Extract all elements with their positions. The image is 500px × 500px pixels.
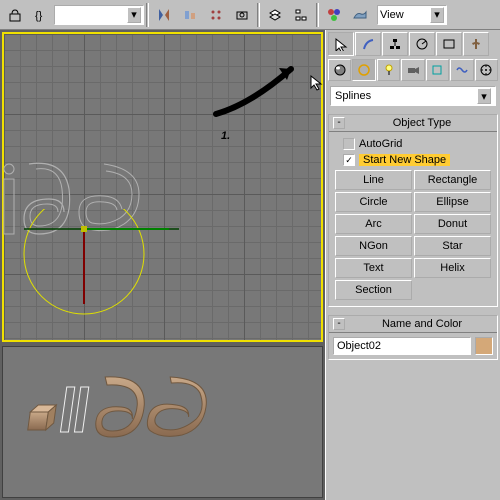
cat-helpers[interactable] [426, 59, 449, 81]
tool-align[interactable] [178, 3, 202, 27]
view-combo[interactable]: View ▾ [377, 5, 447, 25]
collapse-icon: - [333, 318, 345, 330]
tool-selection-lock[interactable] [3, 3, 27, 27]
tab-display[interactable] [436, 32, 462, 56]
tool-snapshot[interactable] [230, 3, 254, 27]
tab-motion[interactable] [409, 32, 435, 56]
rollout-object-type: - Object Type AutoGrid ✓ Start New Shape… [328, 114, 498, 307]
tab-utilities[interactable] [463, 32, 489, 56]
btn-line[interactable]: Line [335, 170, 412, 190]
btn-ngon[interactable]: NGon [335, 236, 412, 256]
dropdown-arrow-icon: ▾ [127, 7, 141, 23]
tool-material[interactable] [322, 3, 346, 27]
viewport-top[interactable]: 1. [2, 32, 323, 342]
cat-spacewarps[interactable] [450, 59, 473, 81]
tab-create[interactable] [328, 32, 354, 56]
gizmo-circle [19, 209, 179, 329]
panel-tabs [326, 30, 500, 58]
tool-mirror[interactable] [152, 3, 176, 27]
tool-named-sel[interactable]: {} [29, 3, 53, 27]
tool-layers[interactable] [263, 3, 287, 27]
btn-ellipse[interactable]: Ellipse [414, 192, 491, 212]
tab-modify[interactable] [355, 32, 381, 56]
autogrid-label: AutoGrid [359, 138, 402, 150]
tool-array[interactable] [204, 3, 228, 27]
command-panel: Splines ▾ - Object Type AutoGrid ✓ Start… [325, 30, 500, 500]
btn-circle[interactable]: Circle [335, 192, 412, 212]
svg-text:{}: {} [35, 10, 43, 22]
btn-text[interactable]: Text [335, 258, 412, 278]
named-selection-combo[interactable]: ▾ [54, 5, 144, 25]
color-swatch[interactable] [475, 337, 493, 355]
subcategory-combo[interactable]: Splines ▾ [330, 86, 496, 106]
btn-donut[interactable]: Donut [414, 214, 491, 234]
cat-systems[interactable] [475, 59, 498, 81]
tool-render[interactable] [348, 3, 372, 27]
dropdown-arrow-icon: ▾ [477, 88, 491, 104]
cat-shapes[interactable] [352, 59, 375, 81]
rollout-title: Name and Color [351, 318, 493, 330]
viewport-perspective[interactable] [2, 346, 323, 498]
btn-rectangle[interactable]: Rectangle [414, 170, 491, 190]
rollout-header[interactable]: - Name and Color [329, 316, 497, 333]
cursor-icon [309, 74, 327, 92]
rollout-name-color: - Name and Color Object02 [328, 315, 498, 360]
btn-arc[interactable]: Arc [335, 214, 412, 234]
viewport-area: 1. [0, 30, 325, 500]
tab-hierarchy[interactable] [382, 32, 408, 56]
rollout-header[interactable]: - Object Type [329, 115, 497, 132]
cat-cameras[interactable] [401, 59, 424, 81]
btn-section[interactable]: Section [335, 280, 412, 300]
cat-geometry[interactable] [328, 59, 351, 81]
subcategory-label: Splines [335, 90, 371, 102]
create-category-row [326, 58, 500, 82]
rollout-title: Object Type [351, 117, 493, 129]
btn-helix[interactable]: Helix [414, 258, 491, 278]
dropdown-arrow-icon: ▾ [430, 7, 444, 23]
cat-lights[interactable] [377, 59, 400, 81]
tool-schematic[interactable] [289, 3, 313, 27]
btn-star[interactable]: Star [414, 236, 491, 256]
startnewshape-label: Start New Shape [359, 154, 450, 166]
main-toolbar: {} ▾ View ▾ [0, 0, 500, 30]
startnewshape-row[interactable]: ✓ Start New Shape [333, 152, 493, 168]
primitive-buttons: Line Rectangle Circle Ellipse Arc Donut … [333, 168, 493, 302]
checkbox-icon [343, 138, 355, 150]
autogrid-row[interactable]: AutoGrid [333, 136, 493, 152]
view-label: View [380, 9, 404, 21]
collapse-icon: - [333, 117, 345, 129]
perspective-3d-text [3, 347, 322, 497]
checkbox-checked-icon: ✓ [343, 154, 355, 166]
object-name-input[interactable]: Object02 [333, 337, 471, 355]
